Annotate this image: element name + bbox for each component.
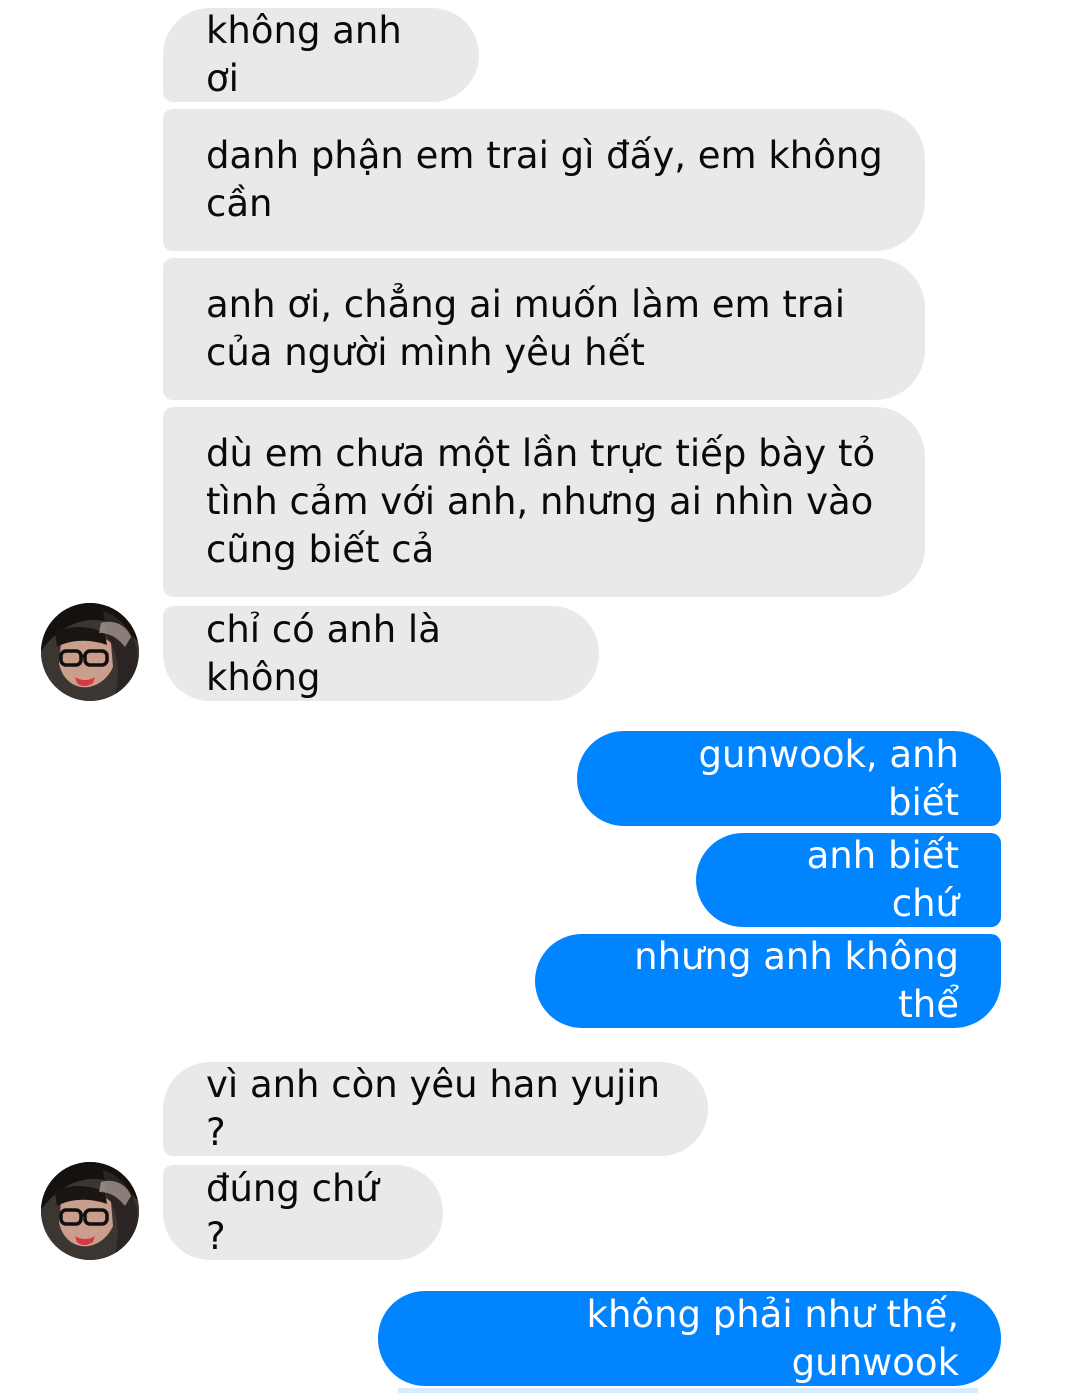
message-bubble-outgoing[interactable]: gunwook, anh biết: [577, 731, 1001, 826]
chat-thread: không anh ơi danh phận em trai gì đấy, e…: [0, 0, 1080, 1393]
message-bubble-incoming[interactable]: danh phận em trai gì đấy, em không cần: [163, 109, 925, 251]
message-bubble-outgoing[interactable]: nhưng anh không thể: [535, 934, 1001, 1028]
message-bubble-incoming[interactable]: đúng chứ ?: [163, 1165, 443, 1260]
message-bubble-incoming[interactable]: không anh ơi: [163, 8, 479, 102]
message-bubble-incoming[interactable]: anh ơi, chẳng ai muốn làm em trai của ng…: [163, 258, 925, 400]
message-text: danh phận em trai gì đấy, em không cần: [206, 134, 895, 225]
contact-avatar[interactable]: [41, 1162, 139, 1260]
message-text: gunwook, anh biết: [698, 732, 971, 824]
message-text: đúng chứ ?: [206, 1166, 391, 1258]
message-bubble-outgoing[interactable]: anh biết chứ: [696, 833, 1001, 927]
message-bubble-incoming[interactable]: dù em chưa một lần trực tiếp bày tỏ tình…: [163, 407, 925, 597]
message-bubble-incoming[interactable]: vì anh còn yêu han yujin ?: [163, 1062, 708, 1156]
message-text: anh ơi, chẳng ai muốn làm em trai của ng…: [206, 283, 857, 374]
message-text: không phải như thế, gunwook: [586, 1292, 971, 1384]
contact-avatar[interactable]: [41, 603, 139, 701]
message-bubble-incoming[interactable]: chỉ có anh là không: [163, 606, 599, 701]
avatar-photo-icon: [41, 603, 139, 701]
message-text: không anh ơi: [206, 9, 414, 100]
message-bubble-outgoing[interactable]: không phải như thế, gunwook: [378, 1291, 1001, 1386]
message-text: dù em chưa một lần trực tiếp bày tỏ tình…: [206, 432, 887, 571]
message-text: anh biết chứ: [806, 834, 971, 925]
message-text: vì anh còn yêu han yujin ?: [206, 1063, 672, 1154]
avatar-photo-icon: [41, 1162, 139, 1260]
message-text: chỉ có anh là không: [206, 607, 453, 699]
message-text: nhưng anh không thể: [634, 935, 971, 1026]
next-bubble-edge: [398, 1388, 978, 1393]
